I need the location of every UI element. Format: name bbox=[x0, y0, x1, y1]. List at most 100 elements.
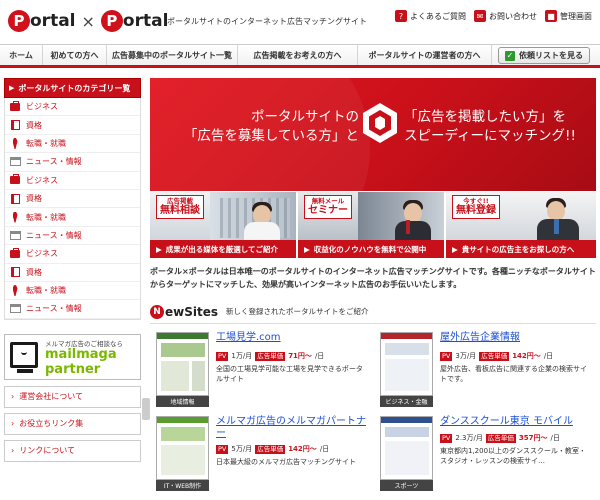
promo-caption-label: 収益化のノウハウを無料で公開中 bbox=[313, 244, 427, 254]
mailmaga-banner-word2: partner bbox=[45, 361, 101, 377]
category-item[interactable]: ビジネス bbox=[5, 245, 140, 264]
useful-links-label: お役立ちリンク集 bbox=[19, 419, 84, 429]
book-icon bbox=[9, 119, 21, 131]
price-badge: 広告単価 bbox=[485, 433, 516, 443]
price-unit: /日 bbox=[550, 434, 560, 442]
site-card[interactable]: 地域情報 工場見学.com PV 1万/月 広告単価 71円〜 /日 全国の工場… bbox=[150, 330, 372, 412]
hero-left-line2: 「広告を募集している方」と bbox=[183, 128, 359, 144]
category-label: 資格 bbox=[26, 267, 42, 277]
faq-link[interactable]: ? よくあるご質問 bbox=[395, 10, 466, 22]
nav-operators[interactable]: ポータルサイトの運営者の方へ bbox=[358, 45, 492, 65]
promo-free-consult[interactable]: 広告掲載 無料相談 ▶ 成果が出る媒体を厳選してご紹介 bbox=[150, 192, 296, 258]
promo-tag-main: セミナー bbox=[308, 205, 348, 216]
site-meta: PV 3万/月 広告単価 142円〜 /日 bbox=[440, 351, 553, 361]
price-badge: 広告単価 bbox=[479, 351, 510, 361]
category-item[interactable]: 資格 bbox=[5, 116, 140, 135]
company-link-label: 運営会社について bbox=[19, 392, 83, 402]
category-item[interactable]: 転職・就職 bbox=[5, 208, 140, 227]
hero-left-text: ポータルサイトの 「広告を募集している方」と bbox=[164, 108, 359, 146]
admin-link[interactable]: ■ 管理画面 bbox=[545, 10, 592, 22]
promo-tag: 広告掲載 無料相談 bbox=[156, 195, 204, 219]
site-card[interactable]: ビジネス・金融 屋外広告企業情報 PV 3万/月 広告単価 142円〜 /日 屋… bbox=[374, 330, 596, 412]
check-icon: ✓ bbox=[505, 50, 515, 61]
logo-word-left: ortal bbox=[30, 11, 76, 31]
site-card[interactable]: スポーツ ダンススクール東京 モバイル PV 2.3万/月 広告単価 357円〜… bbox=[374, 414, 596, 496]
book-icon bbox=[9, 193, 21, 205]
category-item[interactable]: ニュース・情報 bbox=[5, 300, 140, 319]
hero-banner: ポータルサイトの 「広告を募集している方」と 「広告を掲載したい方」を スピーデ… bbox=[150, 78, 596, 191]
site-title-link[interactable]: ダンススクール東京 モバイル bbox=[440, 416, 596, 428]
site-thumbnail[interactable] bbox=[380, 332, 433, 396]
logo-p-circle: P bbox=[8, 10, 30, 32]
intro-text: ポータル×ポータルは日本唯一のポータルサイトのインターネット広告マッチングサイト… bbox=[150, 267, 596, 289]
site-thumbnail[interactable] bbox=[156, 416, 209, 480]
site-description: 全国の工場見学可能な工場を見学できるポータルサイト bbox=[216, 365, 363, 383]
nav-advertisers[interactable]: 広告掲載をお考えの方へ bbox=[238, 45, 358, 65]
category-item[interactable]: ビジネス bbox=[5, 172, 140, 190]
promo-caption-label: 貴サイトの広告主をお探しの方へ bbox=[461, 244, 575, 254]
pv-value: 3万/月 bbox=[455, 352, 477, 360]
site-meta: PV 2.3万/月 広告単価 357円〜 /日 bbox=[440, 433, 560, 443]
promo-tag: 無料メール セミナー bbox=[304, 195, 352, 219]
category-item[interactable]: ニュース・情報 bbox=[5, 227, 140, 246]
category-label: 資格 bbox=[26, 194, 42, 204]
nav-first-time[interactable]: 初めての方へ bbox=[43, 45, 107, 65]
company-link[interactable]: › 運営会社について bbox=[4, 385, 141, 408]
contact-link[interactable]: ✉ お問い合わせ bbox=[474, 10, 537, 22]
site-logo[interactable]: P ortal × P ortal bbox=[8, 8, 168, 34]
pv-value: 1万/月 bbox=[231, 352, 253, 360]
chevron-right-icon: › bbox=[11, 419, 15, 429]
promo-tag: 今すぐ!! 無料登録 bbox=[452, 195, 500, 219]
site-card[interactable]: IT・WEB制作 メルマガ広告のメルマガパートナー PV 5万/月 広告単価 1… bbox=[150, 414, 372, 496]
category-item[interactable]: 資格 bbox=[5, 190, 140, 209]
triangle-right-icon: ▶ bbox=[304, 244, 310, 254]
page: P ortal × P ortal ポータルサイトのインターネット広告マッチング… bbox=[0, 0, 600, 500]
briefcase-icon bbox=[9, 100, 21, 113]
category-item[interactable]: 資格 bbox=[5, 264, 140, 282]
pv-badge: PV bbox=[216, 351, 229, 361]
scroll-handle[interactable] bbox=[142, 398, 150, 420]
question-icon: ? bbox=[395, 10, 407, 22]
chevron-right-icon: › bbox=[11, 446, 15, 456]
new-sites-heading: N ewSites 新しく登録されたポータルサイトをご紹介 bbox=[150, 300, 596, 324]
briefcase-icon bbox=[9, 174, 21, 186]
useful-links-link[interactable]: › お役立ちリンク集 bbox=[4, 412, 141, 435]
faq-link-label: よくあるご質問 bbox=[410, 11, 466, 21]
site-thumbnail[interactable] bbox=[156, 332, 209, 396]
promo-tag-top: 今すぐ!! bbox=[463, 197, 489, 205]
category-label: ビジネス bbox=[26, 249, 58, 259]
triangle-right-icon: ▶ bbox=[156, 244, 162, 254]
price-badge: 広告単価 bbox=[255, 444, 286, 454]
nav-portal-list[interactable]: 広告募集中のポータルサイト一覧 bbox=[107, 45, 238, 65]
about-links-link[interactable]: › リンクについて bbox=[4, 439, 141, 462]
newspaper-icon bbox=[9, 229, 21, 241]
site-title-link[interactable]: 屋外広告企業情報 bbox=[440, 332, 596, 344]
category-item[interactable]: 転職・就職 bbox=[5, 135, 140, 154]
pv-value: 2.3万/月 bbox=[455, 434, 483, 442]
price-badge: 広告単価 bbox=[255, 351, 286, 361]
site-thumbnail[interactable] bbox=[380, 416, 433, 480]
lock-icon: ■ bbox=[545, 10, 557, 22]
category-item[interactable]: 転職・就職 bbox=[5, 282, 140, 301]
site-description: 日本最大級のメルマガ広告マッチングサイト bbox=[216, 458, 356, 466]
promo-free-register[interactable]: 今すぐ!! 無料登録 ▶ 貴サイトの広告主をお探しの方へ bbox=[446, 192, 596, 258]
site-category: IT・WEB制作 bbox=[156, 480, 209, 491]
category-label: 転職・就職 bbox=[26, 286, 66, 296]
mailmaga-partner-banner[interactable]: メルマガ広告のご相談なら mailmaga partner bbox=[4, 333, 141, 380]
hero-right-line1: 「広告を掲載したい方」を bbox=[404, 109, 566, 125]
site-title-link[interactable]: 工場見学.com bbox=[216, 332, 372, 344]
promo-free-seminar[interactable]: 無料メール セミナー ▶ 収益化のノウハウを無料で公開中 bbox=[298, 192, 444, 258]
price-unit: /日 bbox=[314, 352, 325, 360]
category-label: ニュース・情報 bbox=[26, 230, 82, 240]
sidebar-links: › 運営会社について › お役立ちリンク集 › リンクについて bbox=[4, 385, 141, 462]
site-description: 東京都内1,200以上のダンススクール・教室・スタジオ・レッスンの検索サイ… bbox=[440, 447, 586, 465]
view-request-list-button[interactable]: ✓ 依頼リストを見る bbox=[498, 47, 590, 64]
tie-icon bbox=[9, 137, 21, 149]
nav-home[interactable]: ホーム bbox=[0, 45, 43, 65]
category-item[interactable]: ビジネス bbox=[5, 98, 140, 117]
site-title-link[interactable]: メルマガ広告のメルマガパートナー bbox=[216, 416, 372, 440]
promo-caption: ▶ 収益化のノウハウを無料で公開中 bbox=[298, 240, 444, 258]
category-item[interactable]: ニュース・情報 bbox=[5, 153, 140, 172]
site-description: 屋外広告、看板広告に関連する企業の検索サイトです。 bbox=[440, 365, 587, 383]
site-meta: PV 1万/月 広告単価 71円〜 /日 bbox=[216, 351, 324, 361]
